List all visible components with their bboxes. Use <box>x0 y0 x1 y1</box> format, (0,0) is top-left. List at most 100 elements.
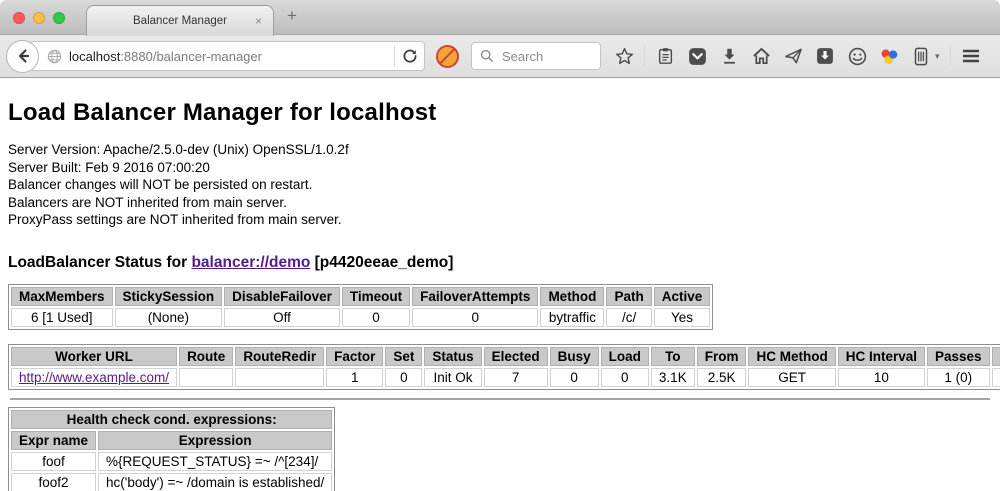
page-content: Load Balancer Manager for localhost Serv… <box>0 99 1000 491</box>
column-header: MaxMembers <box>11 287 113 306</box>
cell-maxmembers: 6 [1 Used] <box>11 308 113 327</box>
page-title: Load Balancer Manager for localhost <box>8 99 992 127</box>
column-header: Set <box>385 347 422 366</box>
reload-button[interactable] <box>402 48 418 64</box>
column-header: Method <box>540 287 604 306</box>
url-bar[interactable]: localhost:8880/balancer-manager <box>30 41 425 71</box>
persist-note-line: Balancer changes will NOT be persisted o… <box>8 176 992 194</box>
column-header: Route <box>179 347 233 366</box>
navigation-toolbar: localhost:8880/balancer-manager <box>0 35 1000 78</box>
cell-timeout: 0 <box>342 308 410 327</box>
emoji-smiley-icon[interactable] <box>847 45 867 67</box>
cell-busy: 0 <box>550 368 599 387</box>
column-header: Status <box>424 347 481 366</box>
health-check-table: Health check cond. expressions: Expr nam… <box>8 407 335 491</box>
server-version-line: Server Version: Apache/2.5.0-dev (Unix) … <box>8 141 992 159</box>
column-header: HC Method <box>748 347 835 366</box>
zoom-window-button[interactable] <box>53 12 65 24</box>
window-controls <box>13 12 65 24</box>
cell-worker-url: http://www.example.com/ <box>11 368 177 387</box>
search-input[interactable] <box>500 48 586 65</box>
loadbalancer-status-heading: LoadBalancer Status for balancer://demo … <box>8 254 992 272</box>
column-header: Passes <box>927 347 990 366</box>
container-icon[interactable] <box>911 45 931 67</box>
toolbar-icons: ▾ <box>614 45 1000 67</box>
tab-balancer-manager[interactable]: Balancer Manager × <box>86 5 274 36</box>
downloads-icon[interactable] <box>719 45 739 67</box>
column-header: HC Interval <box>838 347 925 366</box>
downloadhelper-dots-icon[interactable] <box>879 45 899 67</box>
column-header: Factor <box>326 347 383 366</box>
column-header: Path <box>606 287 651 306</box>
cell-route <box>179 368 233 387</box>
toolbar-divider <box>950 46 951 66</box>
table-title-row: Health check cond. expressions: <box>11 410 332 429</box>
cell-hc-interval: 10 <box>838 368 925 387</box>
cell-load: 0 <box>601 368 649 387</box>
balancer-params-table: MaxMembers StickySession DisableFailover… <box>8 284 713 330</box>
cell-expression: hc('body') =~ /domain is established/ <box>98 473 332 491</box>
column-header: Busy <box>550 347 599 366</box>
search-bar[interactable] <box>471 42 601 70</box>
cell-elected: 7 <box>484 368 548 387</box>
column-header: FailoverAttempts <box>412 287 538 306</box>
new-tab-button[interactable]: + <box>287 6 297 26</box>
bookmark-star-icon[interactable] <box>614 45 634 67</box>
urlbar-divider <box>394 46 395 66</box>
cell-active: Yes <box>654 308 711 327</box>
save-download-icon[interactable] <box>815 45 835 67</box>
cell-expr-name: foof <box>11 452 96 471</box>
column-header: Expression <box>98 431 332 450</box>
close-window-button[interactable] <box>13 12 25 24</box>
cell-expr-name: foof2 <box>11 473 96 491</box>
globe-icon <box>47 49 62 64</box>
clipboard-icon[interactable] <box>655 45 675 67</box>
column-header: Worker URL <box>11 347 177 366</box>
status-heading-prefix: LoadBalancer Status for <box>8 254 191 271</box>
column-header: Timeout <box>342 287 410 306</box>
cell-fails: 2 (0) <box>992 368 1000 387</box>
back-arrow-icon <box>15 48 31 64</box>
minimize-window-button[interactable] <box>33 12 45 24</box>
table-header-row: Worker URL Route RouteRedir Factor Set S… <box>11 347 1000 366</box>
worker-url-link[interactable]: http://www.example.com/ <box>19 370 169 385</box>
pocket-icon[interactable] <box>687 45 707 67</box>
cell-routeredir <box>235 368 324 387</box>
tab-close-icon[interactable]: × <box>255 14 262 28</box>
table-row: http://www.example.com/ 1 0 Init Ok 7 0 … <box>11 368 1000 387</box>
table-row: foof2 hc('body') =~ /domain is establish… <box>11 473 332 491</box>
chevron-down-icon[interactable]: ▾ <box>935 51 940 62</box>
table-header-row: Expr name Expression <box>11 431 332 450</box>
cell-set: 0 <box>385 368 422 387</box>
table-row: foof %{REQUEST_STATUS} =~ /^[234]/ <box>11 452 332 471</box>
column-header: Fails <box>992 347 1000 366</box>
proxypass-note-line: ProxyPass settings are NOT inherited fro… <box>8 211 992 229</box>
cell-path: /c/ <box>606 308 651 327</box>
column-header: To <box>651 347 695 366</box>
table-header-row: MaxMembers StickySession DisableFailover… <box>11 287 710 306</box>
cell-passes: 1 (0) <box>927 368 990 387</box>
url-path: :8880/balancer-manager <box>120 49 262 64</box>
balancer-demo-link[interactable]: balancer://demo <box>191 254 310 271</box>
cell-method: bytraffic <box>540 308 604 327</box>
cell-disablefailover: Off <box>224 308 340 327</box>
column-header: Active <box>654 287 711 306</box>
health-check-table-title: Health check cond. expressions: <box>11 410 332 429</box>
send-tab-icon[interactable] <box>783 45 803 67</box>
server-info: Server Version: Apache/2.5.0-dev (Unix) … <box>8 141 992 229</box>
cell-expression: %{REQUEST_STATUS} =~ /^[234]/ <box>98 452 332 471</box>
cell-status: Init Ok <box>424 368 481 387</box>
menu-hamburger-icon[interactable] <box>961 45 981 67</box>
column-header: RouteRedir <box>235 347 324 366</box>
browser-window: Balancer Manager × + localhost:8880/bala… <box>0 0 1000 491</box>
back-button[interactable] <box>6 40 39 73</box>
worker-table: Worker URL Route RouteRedir Factor Set S… <box>8 344 1000 390</box>
content-blocker-icon[interactable] <box>436 45 459 68</box>
column-header: From <box>697 347 747 366</box>
toolbar-divider <box>644 46 645 66</box>
table-row: 6 [1 Used] (None) Off 0 0 bytraffic /c/ … <box>11 308 710 327</box>
column-header: Elected <box>484 347 548 366</box>
search-icon <box>480 49 494 63</box>
home-icon[interactable] <box>751 45 771 67</box>
status-heading-suffix: [p4420eeae_demo] <box>310 254 453 271</box>
